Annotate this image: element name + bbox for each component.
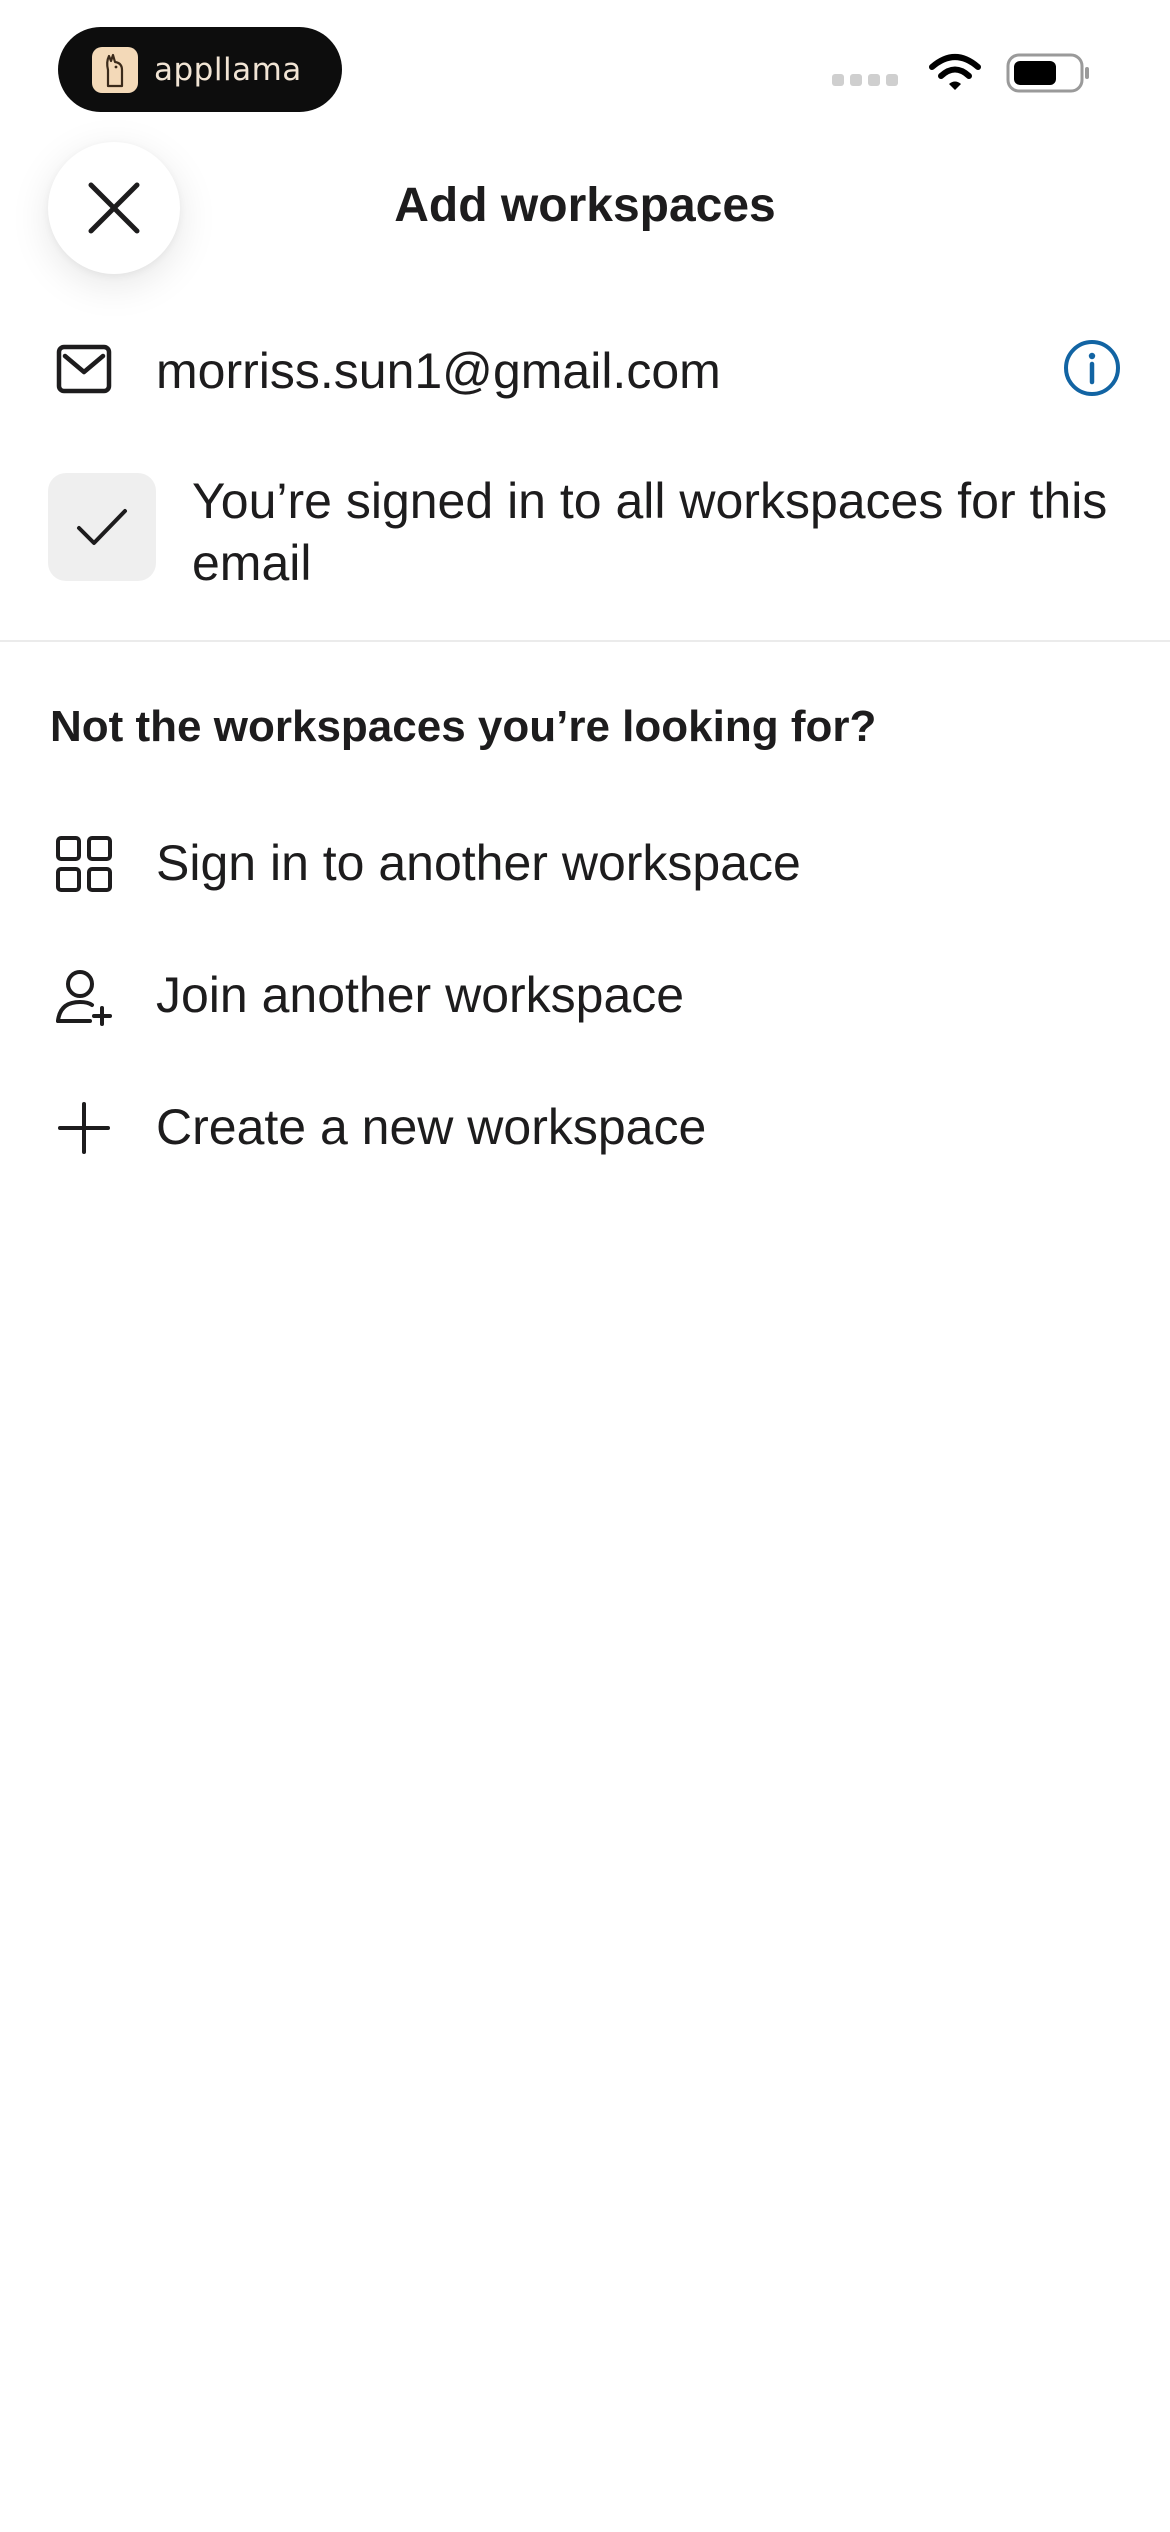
- cellular-signal-icon: [832, 74, 898, 86]
- plus-icon: [58, 1102, 110, 1154]
- account-email-row: morriss.sun1@gmail.com: [0, 320, 1170, 420]
- option-label: Create a new workspace: [156, 1099, 707, 1155]
- check-badge: [48, 473, 156, 581]
- brand-pill: appllama: [58, 27, 342, 112]
- account-email: morriss.sun1@gmail.com: [156, 343, 721, 399]
- info-icon[interactable]: [1062, 338, 1122, 398]
- checkmark-icon: [77, 509, 127, 545]
- grid-icon: [56, 836, 112, 892]
- battery-icon: [1006, 53, 1089, 93]
- option-label: Sign in to another workspace: [156, 835, 801, 891]
- join-another-workspace-option[interactable]: Join another workspace: [0, 936, 1170, 1046]
- wifi-icon: [929, 54, 981, 90]
- page-title: Add workspaces: [394, 179, 776, 232]
- brand-name: appllama: [154, 51, 302, 88]
- option-label: Join another workspace: [156, 967, 685, 1023]
- llama-logo-icon: [92, 46, 138, 93]
- add-person-icon: [56, 970, 112, 1026]
- sign-in-another-workspace-option[interactable]: Sign in to another workspace: [0, 804, 1170, 914]
- section-heading: Not the workspaces you’re looking for?: [50, 702, 877, 751]
- signed-in-message: You’re signed in to all workspaces for t…: [192, 473, 1108, 591]
- divider: [0, 640, 1170, 642]
- status-icons: [832, 52, 1090, 94]
- create-new-workspace-option[interactable]: Create a new workspace: [0, 1068, 1170, 1178]
- status-bar: appllama: [0, 0, 1170, 130]
- mail-icon: [56, 344, 112, 394]
